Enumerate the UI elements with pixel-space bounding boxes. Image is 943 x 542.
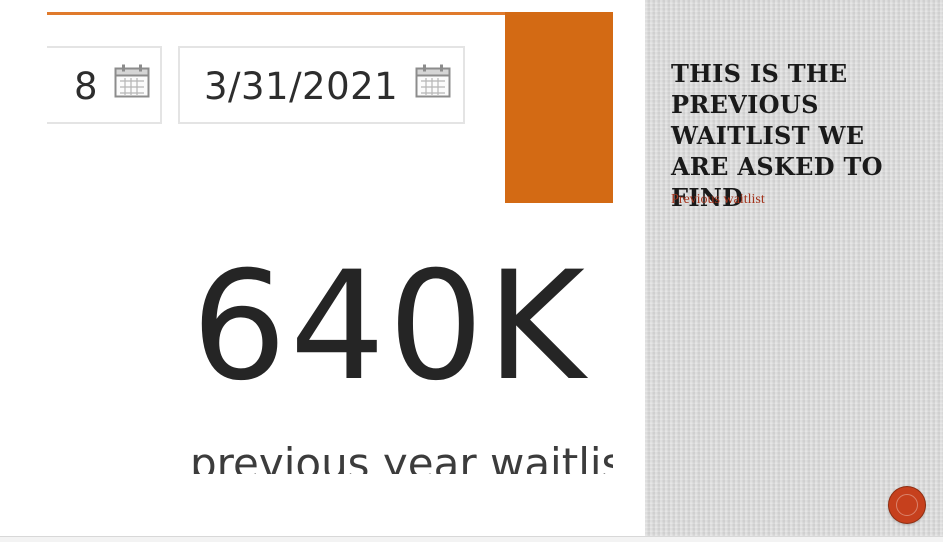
end-date-value: 3/31/2021 [204,65,399,108]
header-accent-line [47,12,505,15]
end-date-field[interactable]: 3/31/2021 [178,46,465,124]
previous-waitlist-link[interactable]: Previous waitlist [671,192,765,208]
start-date-field[interactable]: 8 [47,46,162,124]
kpi-card-caption: previous year waitlis [190,439,613,474]
kpi-card-value: 640K [191,240,588,414]
slide-notes-panel: This is the previous waitlist we are ask… [645,0,943,536]
start-date-value: 8 [73,65,98,108]
calendar-icon[interactable] [114,64,150,98]
accent-block [505,12,613,203]
bottom-divider [0,536,943,542]
report-visual-crop: 8 3/31/2021 640K previous year waitlis [47,12,613,474]
nav-circle-icon[interactable] [889,487,925,523]
slide-title: This is the previous waitlist we are ask… [671,59,883,212]
report-screenshot: 8 3/31/2021 640K previous year waitlis [0,0,645,536]
calendar-icon[interactable] [415,64,451,98]
